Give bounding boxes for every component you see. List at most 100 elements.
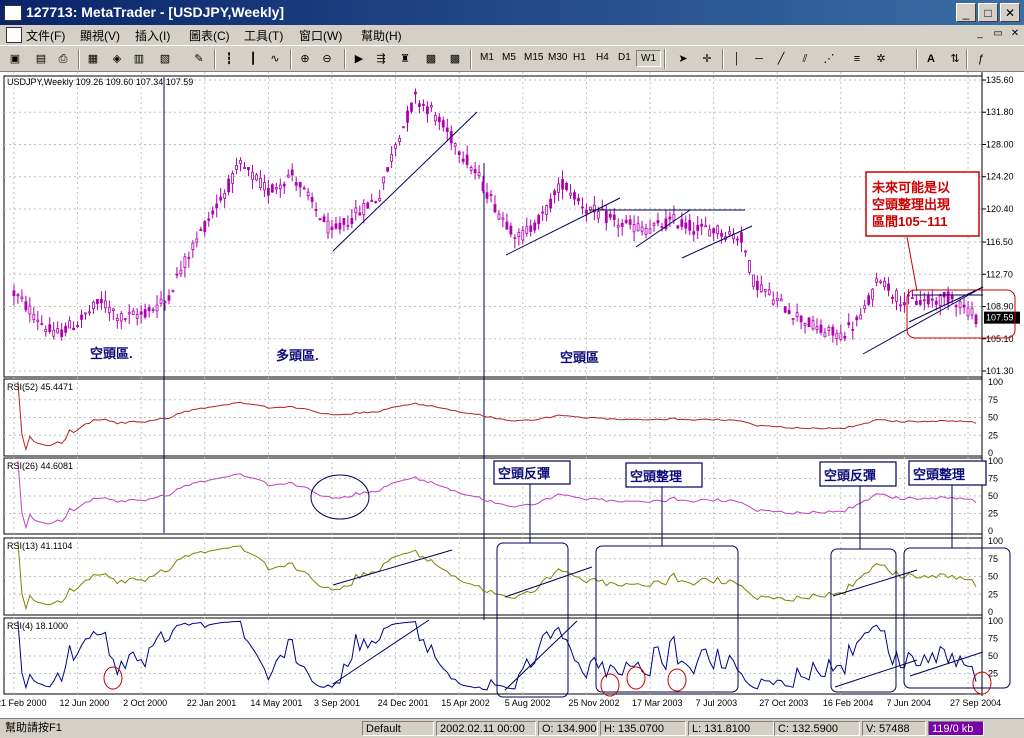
candle-body — [823, 332, 827, 338]
timeframe-d1[interactable]: D1 — [618, 52, 631, 63]
candle-body — [334, 223, 338, 229]
menu-charts[interactable]: 圖表(C) — [189, 27, 230, 44]
timeframe-m5[interactable]: M5 — [502, 52, 516, 63]
candle-body — [787, 309, 791, 315]
candle-body — [469, 167, 473, 171]
candle-body — [950, 295, 954, 300]
timeframe-m15[interactable]: M15 — [524, 52, 543, 63]
candle-body — [585, 210, 588, 214]
candle-body — [123, 318, 127, 320]
menu-view[interactable]: 顯視(V) — [80, 27, 120, 44]
candle-body — [314, 209, 318, 211]
chart-window[interactable]: 135.60 131.80 128.00 124.20 120.40 116.50 112.… — [0, 72, 1024, 718]
horizontal-line-icon[interactable]: ─ — [750, 50, 768, 68]
channel-icon[interactable]: ⫽ — [796, 50, 814, 68]
print-icon[interactable]: ⎙ — [54, 50, 72, 68]
candle-body — [378, 197, 382, 202]
y-tick-label-4: 120.40 — [986, 204, 1014, 214]
terminal-icon[interactable]: ▧ — [156, 50, 174, 68]
market-watch-icon[interactable]: ▦ — [84, 50, 102, 68]
timeframe-w1[interactable]: W1 — [636, 50, 661, 67]
close-button[interactable]: ✕ — [1000, 3, 1020, 22]
cursor-icon[interactable]: ➤ — [674, 50, 692, 68]
candle-body — [581, 206, 584, 209]
menu-window[interactable]: 窗口(W) — [299, 27, 342, 44]
maximize-button[interactable]: □ — [978, 3, 998, 22]
timeframe-h4[interactable]: H4 — [596, 52, 609, 63]
candle-body — [342, 218, 346, 225]
status-high: H: 135.0700 — [600, 721, 686, 736]
candle-body — [958, 301, 962, 309]
mdi-close-icon[interactable]: ✕ — [1007, 27, 1023, 41]
fibo-retracement-icon[interactable]: ≡ — [848, 50, 866, 68]
profiles-icon[interactable]: ▣ — [6, 50, 24, 68]
mdi-restore-icon[interactable]: ▭ — [990, 27, 1006, 41]
x-tick-label-2: 2 Oct 2000 — [123, 698, 167, 708]
mdi-minimize-icon[interactable]: _ — [972, 27, 988, 41]
data-window-icon[interactable]: ◈ — [108, 50, 126, 68]
candle-body — [883, 280, 886, 288]
status-close: C: 132.5900 — [774, 721, 860, 736]
menu-file[interactable]: 文件(F) — [26, 27, 65, 44]
text-icon[interactable]: A — [922, 50, 940, 68]
strategy-tester-icon[interactable]: ✎ — [190, 50, 208, 68]
candlestick-icon[interactable]: ┃ — [244, 50, 262, 68]
candle-body — [517, 232, 521, 238]
trendline-icon[interactable]: ╱ — [772, 50, 790, 68]
line-chart-icon[interactable]: ∿ — [266, 50, 284, 68]
templates-icon[interactable]: ▩ — [446, 50, 464, 68]
crosshair-icon[interactable]: ✛ — [698, 50, 716, 68]
menu-insert[interactable]: 插入(I) — [135, 27, 170, 44]
indicator-icon[interactable]: ƒ — [972, 50, 990, 68]
rsi-label-3: 空頭整理 — [913, 467, 965, 482]
candle-body — [28, 305, 32, 315]
bar-chart-icon[interactable]: ┇ — [220, 50, 238, 68]
candle-body — [84, 312, 87, 315]
candle-body — [195, 238, 199, 243]
candle-body — [509, 225, 513, 235]
zoom-out-icon[interactable]: ⊖ — [318, 50, 336, 68]
candle-body — [346, 225, 350, 227]
candle-body — [744, 250, 747, 253]
candle-body — [966, 307, 970, 317]
candle-body — [879, 280, 882, 283]
candle-body — [688, 220, 692, 231]
usdjpy-weekly-chart[interactable]: 135.60 131.80 128.00 124.20 120.40 116.50 112.… — [0, 72, 1024, 718]
x-tick-label-6: 24 Dec 2001 — [378, 698, 429, 708]
candle-body — [131, 310, 135, 316]
annotation-bear-zone-1: 空頭區. — [90, 346, 133, 361]
expert-advisors-icon[interactable]: ♜ — [396, 50, 414, 68]
new-chart-icon[interactable]: ▤ — [32, 50, 50, 68]
navigator-icon[interactable]: ▥ — [130, 50, 148, 68]
candle-body — [362, 203, 366, 215]
candle-body — [684, 222, 688, 229]
candle-body — [191, 242, 195, 251]
timeframe-m1[interactable]: M1 — [480, 52, 494, 63]
auto-scroll-icon[interactable]: ▶ — [350, 50, 368, 68]
menu-help[interactable]: 幫助(H) — [361, 27, 402, 44]
document-icon[interactable] — [6, 27, 22, 43]
menu-tools[interactable]: 工具(T) — [244, 27, 283, 44]
x-tick-label-9: 25 Nov 2002 — [568, 698, 619, 708]
gann-icon[interactable]: ✲ — [872, 50, 890, 68]
candle-body — [525, 226, 529, 234]
chart-shift-icon[interactable]: ⇶ — [372, 50, 390, 68]
candle-body — [791, 318, 795, 321]
zoom-in-icon[interactable]: ⊕ — [296, 50, 314, 68]
periodicity-icon[interactable]: ▩ — [422, 50, 440, 68]
vertical-line-icon[interactable]: │ — [728, 50, 746, 68]
timeframe-m30[interactable]: M30 — [548, 52, 567, 63]
candle-body — [899, 304, 902, 307]
candle-body — [720, 232, 723, 237]
candle-body — [88, 311, 91, 314]
minimize-button[interactable]: _ — [956, 3, 976, 22]
candle-body — [648, 228, 652, 234]
candle-body — [247, 166, 250, 171]
candle-body — [505, 221, 509, 230]
candle-body — [775, 298, 779, 301]
timeframe-h1[interactable]: H1 — [573, 52, 586, 63]
x-tick-label-14: 7 Jun 2004 — [886, 698, 931, 708]
fibo-fan-icon[interactable]: ⋰ — [820, 50, 838, 68]
arrows-icon[interactable]: ⇅ — [946, 50, 964, 68]
candle-body — [425, 106, 429, 115]
